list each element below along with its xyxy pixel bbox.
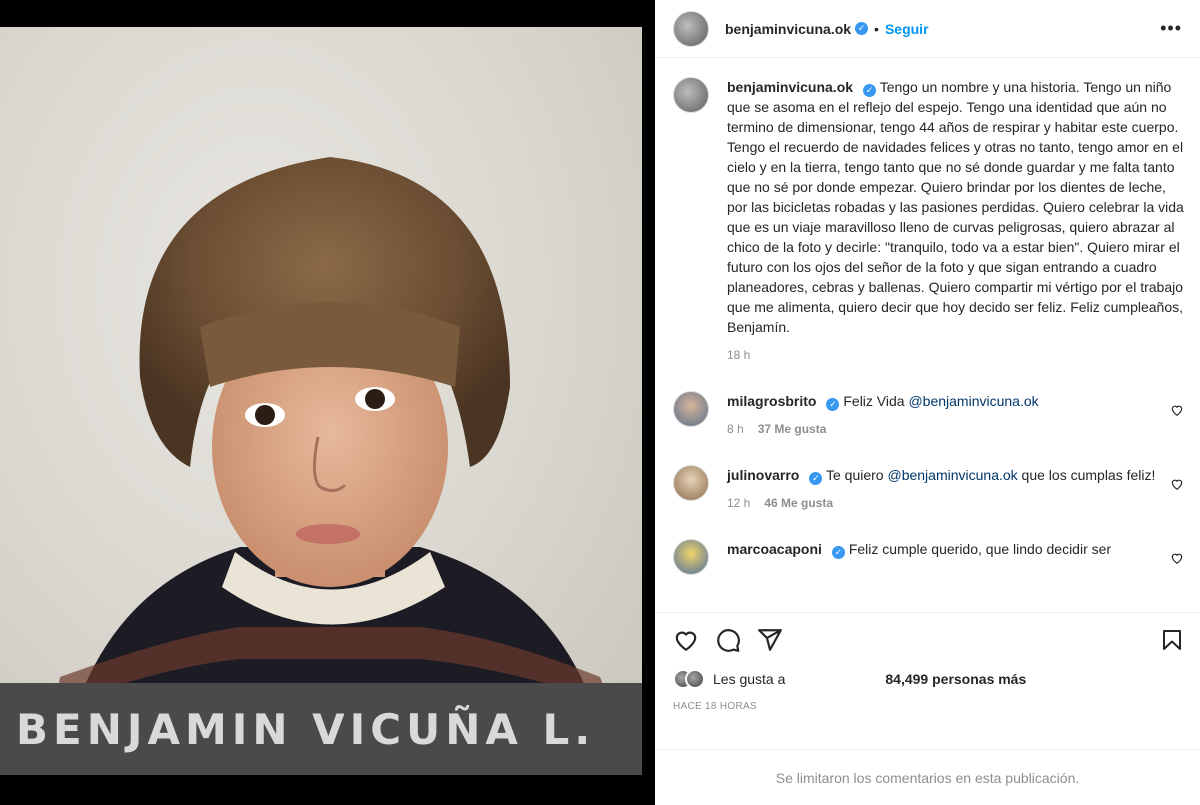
comment-text-block: marcoacaponi ✓ Feliz cumple querido, que … (727, 539, 1162, 559)
comment-username[interactable]: julinovarro (727, 467, 799, 483)
verified-icon: ✓ (809, 472, 823, 485)
bookmark-icon[interactable] (1160, 627, 1184, 653)
caption-meta: 18 h (727, 345, 1184, 365)
likes-summary: Les gusta a 84,499 personas más (673, 669, 1184, 689)
caption-username[interactable]: benjaminvicuna.ok (727, 79, 853, 95)
author-username[interactable]: benjaminvicuna.ok (725, 21, 851, 37)
commenter-avatar[interactable] (673, 539, 709, 575)
liker-avatars[interactable] (673, 669, 705, 689)
comment-username[interactable]: milagrosbrito (727, 393, 816, 409)
post-actions: Les gusta a 84,499 personas más HACE 18 … (655, 612, 1200, 712)
comment-text-block: julinovarro ✓ Te quiero @benjaminvicuna.o… (727, 465, 1162, 513)
comment-heart-icon[interactable] (1170, 477, 1184, 491)
share-icon[interactable] (757, 627, 783, 653)
verified-icon: ✓ (831, 546, 845, 559)
comment-heart-icon[interactable] (1170, 403, 1184, 417)
caption-text-block: benjaminvicuna.ok ✓ Tengo un nombre y una… (727, 77, 1184, 365)
comment-likes[interactable]: 46 Me gusta (764, 496, 833, 510)
photo-nameplate: BENJAMIN VICUÑA L. (0, 683, 642, 775)
comment-meta: 12 h 46 Me gusta (727, 493, 1162, 513)
comment-text: Feliz cumple querido, que lindo decidir … (848, 541, 1112, 557)
comments-list[interactable]: benjaminvicuna.ok ✓ Tengo un nombre y una… (655, 63, 1200, 611)
commenter-avatar[interactable] (673, 391, 709, 427)
boy-portrait-illustration (40, 157, 642, 775)
comment-likes[interactable]: 37 Me gusta (758, 422, 827, 436)
post-timestamp[interactable]: HACE 18 HORAS (673, 701, 1184, 712)
post-caption: benjaminvicuna.ok ✓ Tengo un nombre y una… (673, 77, 1184, 365)
comment-heart-icon[interactable] (1170, 551, 1184, 565)
comment-text-block: milagrosbrito ✓ Feliz Vida @benjaminvicun… (727, 391, 1162, 439)
comment-mention[interactable]: @benjaminvicuna.ok (887, 467, 1017, 483)
liker-avatar (685, 669, 705, 689)
follow-button[interactable]: Seguir (885, 21, 929, 37)
nameplate-text: BENJAMIN VICUÑA L. (16, 704, 596, 754)
comment-item: marcoacaponi ✓ Feliz cumple querido, que … (673, 539, 1184, 575)
post-photo[interactable]: BENJAMIN VICUÑA L. (0, 27, 642, 775)
comment-item: milagrosbrito ✓ Feliz Vida @benjaminvicun… (673, 391, 1184, 439)
comment-icon[interactable] (715, 627, 741, 653)
verified-icon: ✓ (826, 398, 840, 411)
comment-time[interactable]: 8 h (727, 422, 744, 436)
action-bar (673, 627, 1184, 653)
header-separator: • (874, 20, 879, 37)
post-header: benjaminvicuna.ok ✓ • Seguir ••• (655, 0, 1200, 58)
caption-text: Tengo un nombre y una historia. Tengo un… (727, 79, 1184, 335)
comment-meta: 8 h 37 Me gusta (727, 419, 1162, 439)
author-avatar[interactable] (673, 10, 709, 47)
heart-icon[interactable] (673, 627, 699, 653)
comment-item: julinovarro ✓ Te quiero @benjaminvicuna.o… (673, 465, 1184, 513)
verified-icon: ✓ (855, 22, 869, 35)
caption-avatar[interactable] (673, 77, 709, 113)
commenter-avatar[interactable] (673, 465, 709, 501)
post-media-area: BENJAMIN VICUÑA L. (0, 0, 655, 805)
comment-time[interactable]: 12 h (727, 496, 750, 510)
comment-text: Feliz Vida (843, 393, 909, 409)
post-modal: BENJAMIN VICUÑA L. benjaminvicuna.ok ✓ •… (0, 0, 1200, 805)
likes-prefix: Les gusta a (713, 671, 786, 687)
comment-text-after: que los cumplas feliz! (1017, 467, 1156, 483)
more-icon[interactable]: ••• (1160, 18, 1182, 39)
likes-count[interactable]: 84,499 personas más (885, 671, 1026, 687)
comment-username[interactable]: marcoacaponi (727, 541, 822, 557)
post-side-panel: benjaminvicuna.ok ✓ • Seguir ••• benjami… (655, 0, 1200, 805)
comments-limited-notice: Se limitaron los comentarios en esta pub… (655, 749, 1200, 805)
comment-mention[interactable]: @benjaminvicuna.ok (908, 393, 1038, 409)
verified-icon: ✓ (863, 84, 877, 97)
caption-time[interactable]: 18 h (727, 348, 750, 362)
comment-text: Te quiero (826, 467, 888, 483)
